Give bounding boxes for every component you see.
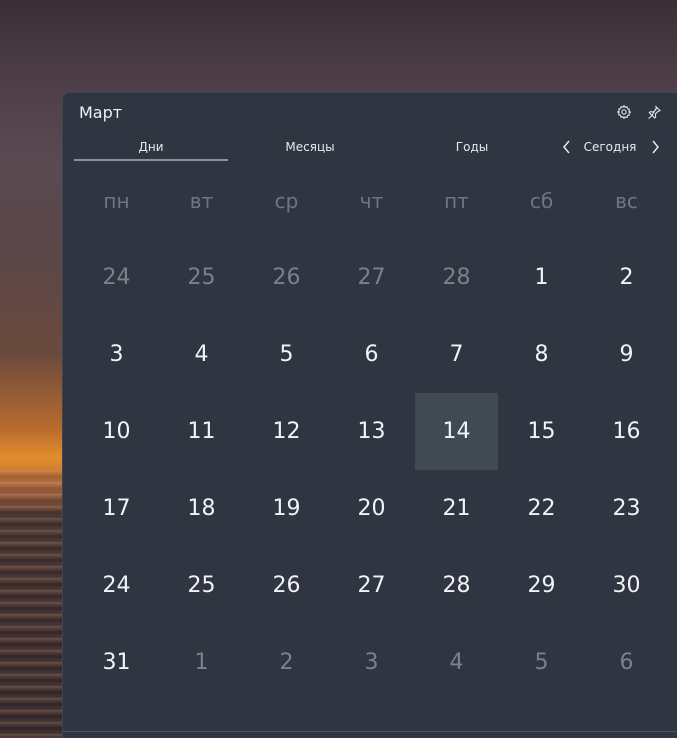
day-grid: 24 25 26 27 28 1 2 3 4 5 6 7 8 9 10 11 12 13 14 15 16 17 18 19 2… — [74, 239, 669, 701]
weekday-label: пт — [444, 189, 469, 213]
day-cell[interactable]: 2 — [585, 239, 668, 316]
day-cell[interactable]: 28 — [415, 547, 498, 624]
day-cell[interactable]: 27 — [330, 239, 413, 316]
today-button[interactable]: Сегодня — [575, 135, 645, 159]
day-cell[interactable]: 4 — [415, 624, 498, 701]
day-cell[interactable]: 23 — [585, 470, 668, 547]
day-cell[interactable]: 7 — [415, 316, 498, 393]
settings-button[interactable] — [612, 100, 636, 124]
day-cell[interactable]: 3 — [75, 316, 158, 393]
day-cell[interactable]: 29 — [500, 547, 583, 624]
day-cell[interactable]: 30 — [585, 547, 668, 624]
day-cell[interactable]: 25 — [160, 239, 243, 316]
day-cell[interactable]: 22 — [500, 470, 583, 547]
day-cell[interactable]: 11 — [160, 393, 243, 470]
day-cell[interactable]: 16 — [585, 393, 668, 470]
calendar-flyout: Март Дни Месяцы Годы Сегодня пн вт ср чт… — [62, 92, 677, 738]
weekday-header: пн вт ср чт пт сб вс — [74, 181, 669, 221]
day-cell[interactable]: 24 — [75, 239, 158, 316]
day-cell[interactable]: 27 — [330, 547, 413, 624]
tab-months[interactable]: Месяцы — [233, 135, 387, 159]
day-cell[interactable]: 3 — [330, 624, 413, 701]
weekday-label: ср — [274, 189, 299, 213]
day-cell[interactable]: 19 — [245, 470, 328, 547]
tab-years[interactable]: Годы — [395, 135, 549, 159]
next-month-button[interactable] — [643, 135, 667, 159]
chevron-left-icon — [563, 140, 570, 154]
day-cell[interactable]: 25 — [160, 547, 243, 624]
wallpaper-background — [0, 470, 70, 738]
day-cell[interactable]: 24 — [75, 547, 158, 624]
day-cell[interactable]: 12 — [245, 393, 328, 470]
tab-days[interactable]: Дни — [74, 135, 228, 161]
day-cell-today[interactable]: 14 — [415, 393, 498, 470]
day-cell[interactable]: 10 — [75, 393, 158, 470]
pin-button[interactable] — [642, 100, 666, 124]
pin-icon — [648, 105, 661, 120]
weekday-label: чт — [359, 189, 384, 213]
chevron-right-icon — [652, 140, 659, 154]
day-cell[interactable]: 5 — [245, 316, 328, 393]
weekday-label: пн — [103, 189, 130, 213]
day-cell[interactable]: 28 — [415, 239, 498, 316]
weekday-label: вт — [189, 189, 214, 213]
day-cell[interactable]: 9 — [585, 316, 668, 393]
day-cell[interactable]: 31 — [75, 624, 158, 701]
day-cell[interactable]: 6 — [585, 624, 668, 701]
gear-icon — [616, 104, 632, 120]
day-cell[interactable]: 8 — [500, 316, 583, 393]
day-cell[interactable]: 26 — [245, 239, 328, 316]
month-title: Март — [79, 103, 123, 122]
day-cell[interactable]: 1 — [500, 239, 583, 316]
day-cell[interactable]: 20 — [330, 470, 413, 547]
day-cell[interactable]: 17 — [75, 470, 158, 547]
day-cell[interactable]: 15 — [500, 393, 583, 470]
day-cell[interactable]: 1 — [160, 624, 243, 701]
day-cell[interactable]: 26 — [245, 547, 328, 624]
day-cell[interactable]: 13 — [330, 393, 413, 470]
day-cell[interactable]: 6 — [330, 316, 413, 393]
day-cell[interactable]: 5 — [500, 624, 583, 701]
divider — [63, 731, 677, 732]
day-cell[interactable]: 21 — [415, 470, 498, 547]
day-cell[interactable]: 4 — [160, 316, 243, 393]
day-cell[interactable]: 18 — [160, 470, 243, 547]
day-cell[interactable]: 2 — [245, 624, 328, 701]
weekday-label: вс — [615, 189, 638, 213]
weekday-label: сб — [529, 189, 554, 213]
